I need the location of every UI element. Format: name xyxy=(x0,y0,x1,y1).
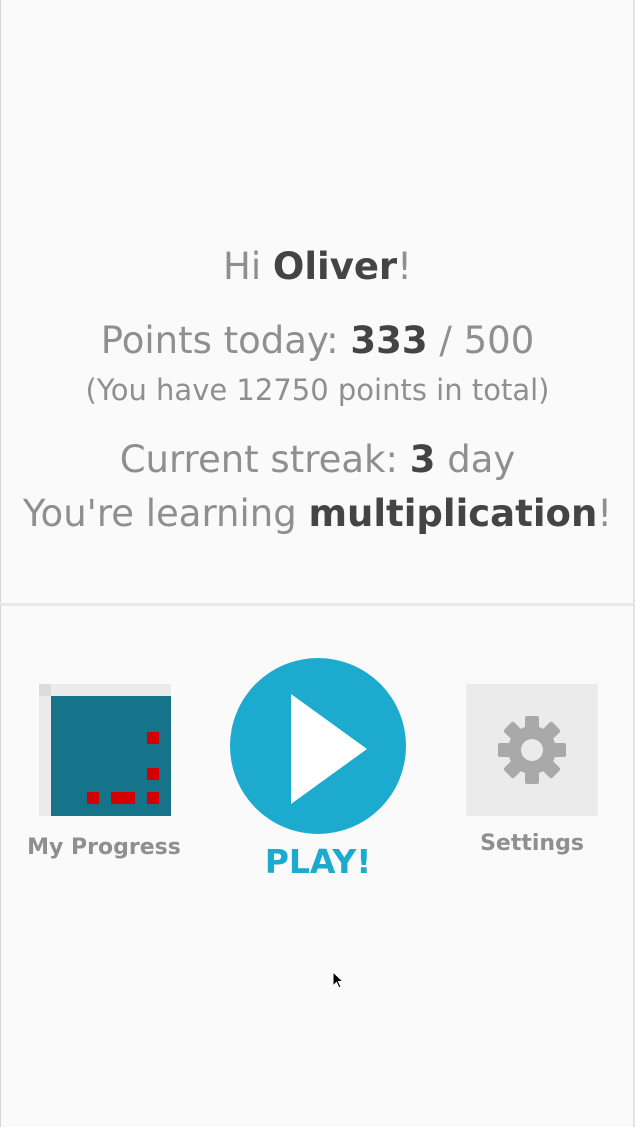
greeting-text: Hi Oliver! xyxy=(0,244,635,290)
points-today: Points today: 333 / 500 xyxy=(0,318,635,364)
learning-suffix: ! xyxy=(597,492,613,535)
greeting-prefix: Hi xyxy=(223,245,273,288)
my-progress-label[interactable]: My Progress xyxy=(14,835,194,860)
points-label: Points today: xyxy=(100,319,351,362)
user-name: Oliver xyxy=(272,245,398,288)
topic-name: multiplication xyxy=(308,492,598,535)
progress-cell xyxy=(147,792,159,804)
points-separator: / xyxy=(427,319,464,362)
points-goal-value: 500 xyxy=(463,319,535,362)
mouse-cursor-icon xyxy=(332,971,345,989)
streak-value: 3 xyxy=(409,438,436,481)
section-divider xyxy=(0,603,633,606)
streak-unit: day xyxy=(435,438,516,481)
progress-grid-icon xyxy=(51,696,171,816)
greeting-suffix: ! xyxy=(397,245,412,288)
progress-cell xyxy=(147,768,159,780)
streak-label: Current streak: xyxy=(119,438,410,481)
learning-prefix: You're learning xyxy=(22,492,309,535)
progress-cell xyxy=(87,792,99,804)
current-streak: Current streak: 3 day xyxy=(0,437,635,483)
progress-cell xyxy=(111,792,135,804)
gear-icon xyxy=(498,716,566,784)
points-total: (You have 12750 points in total) xyxy=(85,373,550,407)
points-today-value: 333 xyxy=(350,319,428,362)
progress-grid-corner xyxy=(39,684,51,696)
play-label[interactable]: PLAY! xyxy=(218,842,418,881)
settings-button[interactable] xyxy=(466,684,598,816)
window-left-edge xyxy=(0,0,1,1127)
play-button[interactable] xyxy=(230,658,406,834)
my-progress-button[interactable] xyxy=(39,684,171,816)
settings-label[interactable]: Settings xyxy=(442,831,622,856)
progress-cell xyxy=(147,732,159,744)
play-icon xyxy=(291,694,367,804)
learning-topic: You're learning multiplication! xyxy=(0,491,635,537)
